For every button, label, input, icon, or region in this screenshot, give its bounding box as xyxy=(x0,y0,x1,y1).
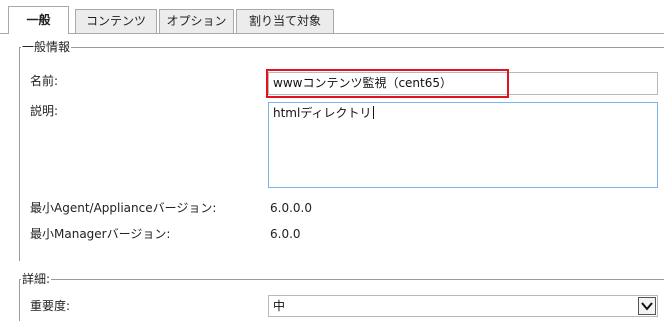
tab-options[interactable]: オプション xyxy=(159,9,234,33)
severity-label: 重要度: xyxy=(30,299,71,313)
details-legend: 詳細: xyxy=(21,272,52,286)
general-info-legend: 一般情報 xyxy=(21,40,72,54)
tab-general[interactable]: 一般 xyxy=(8,6,69,34)
details-border-top xyxy=(19,279,664,280)
severity-select[interactable]: 中 xyxy=(268,295,658,317)
min-manager-label: 最小Managerバージョン: xyxy=(30,227,171,241)
description-field[interactable]: htmlディレクトリ xyxy=(268,102,658,188)
min-agent-value: 6.0.0.0 xyxy=(270,201,312,215)
name-label: 名前: xyxy=(30,74,59,88)
description-text: htmlディレクトリ xyxy=(273,106,372,120)
min-agent-label: 最小Agent/Applianceバージョン: xyxy=(30,201,217,215)
details-border-left xyxy=(19,279,20,321)
dropdown-button[interactable] xyxy=(638,297,656,315)
tab-assignments[interactable]: 割り当て対象 xyxy=(236,9,334,33)
tab-bar: 一般 コンテンツ オプション 割り当て対象 xyxy=(0,0,664,34)
tab-content[interactable]: コンテンツ xyxy=(75,9,157,33)
general-info-border-top xyxy=(19,47,664,48)
tab-divider xyxy=(0,33,664,34)
general-info-border-left xyxy=(19,47,20,261)
severity-selected-value: 中 xyxy=(273,299,286,313)
description-label: 説明: xyxy=(30,104,59,118)
text-caret xyxy=(372,106,374,119)
name-highlight-box xyxy=(266,69,509,98)
chevron-down-icon xyxy=(641,302,653,311)
min-manager-value: 6.0.0 xyxy=(270,227,301,241)
